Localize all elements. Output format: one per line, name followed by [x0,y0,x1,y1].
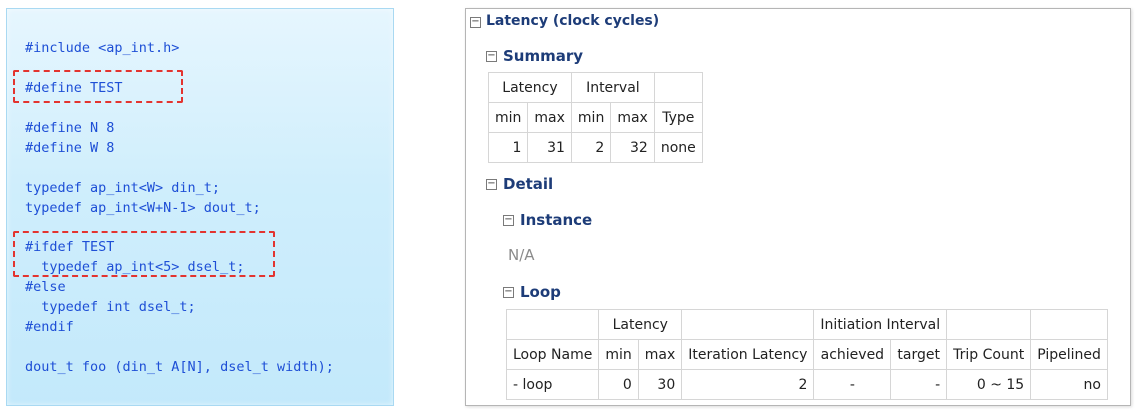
loop-group-latency: Latency [598,309,683,340]
summary-cell: 2 [570,132,612,163]
loop-col-header: Iteration Latency [681,339,815,370]
collapse-icon[interactable]: − [486,51,497,62]
summary-group-latency: Latency [488,72,572,103]
loop-group-empty [1030,309,1108,340]
summary-group-empty [653,72,703,103]
summary-cell: none [653,132,703,163]
code-line-typedef-dsel-int: typedef int dsel_t; [25,299,196,315]
code-line-define-w: #define W 8 [25,140,115,156]
summary-table: Latency Interval min max min max Type 1 … [487,72,703,163]
summary-col-header: max [527,102,572,133]
loop-cell: 2 [681,369,815,400]
loop-cell: 0 ~ 15 [946,369,1032,400]
loop-group-empty [505,309,600,340]
code-line-include: #include <ap_int.h> [25,40,180,56]
summary-col-header: max [610,102,655,133]
code-line-endif: #endif [25,319,74,335]
code-line-typedef-dout: typedef ap_int<W+N-1> dout_t; [25,200,261,216]
code-line-typedef-din: typedef ap_int<W> din_t; [25,180,221,196]
loop-col-header: min [598,339,639,370]
instance-value: N/A [508,246,535,264]
loop-table: Latency Initiation Interval Loop Name mi… [505,309,1108,400]
loop-cell: 0 [598,369,639,400]
summary-col-header: min [570,102,612,133]
detail-title: Detail [503,175,554,193]
loop-col-header: max [637,339,683,370]
collapse-icon[interactable]: − [486,179,497,190]
collapse-icon[interactable]: − [503,287,514,298]
highlight-box-ifdef [13,231,275,277]
loop-group-empty [681,309,815,340]
instance-title: Instance [520,211,593,229]
summary-col-header: min [487,102,529,133]
code-line-function-decl: dout_t foo (din_t A[N], dsel_t width); [25,359,334,375]
collapse-icon[interactable]: − [503,215,514,226]
code-line-else: #else [25,279,66,295]
loop-group-initiation-interval: Initiation Interval [813,309,948,340]
report-title: Latency (clock cycles) [486,13,660,29]
loop-col-header: achieved [813,339,892,370]
latency-report-panel: − Latency (clock cycles) − Summary Laten… [465,8,1131,406]
summary-cell: 31 [527,132,572,163]
loop-title: Loop [520,283,561,301]
loop-col-header: Trip Count [946,339,1032,370]
summary-title: Summary [503,47,584,65]
loop-cell: no [1030,369,1108,400]
code-line-define-n: #define N 8 [25,120,115,136]
loop-cell: - [890,369,948,400]
loop-col-header: Loop Name [505,339,600,370]
summary-group-interval: Interval [570,72,655,103]
loop-col-header: Pipelined [1030,339,1108,370]
loop-cell: - [813,369,892,400]
collapse-icon[interactable]: − [470,17,481,28]
highlight-box-define [13,70,183,103]
loop-cell: 30 [637,369,683,400]
summary-cell: 32 [610,132,655,163]
loop-group-empty [946,309,1032,340]
summary-cell: 1 [487,132,529,163]
summary-col-header: Type [653,102,703,133]
loop-cell: - loop [505,369,600,400]
code-panel: #include <ap_int.h> #define TEST #define… [6,8,394,406]
loop-col-header: target [890,339,948,370]
